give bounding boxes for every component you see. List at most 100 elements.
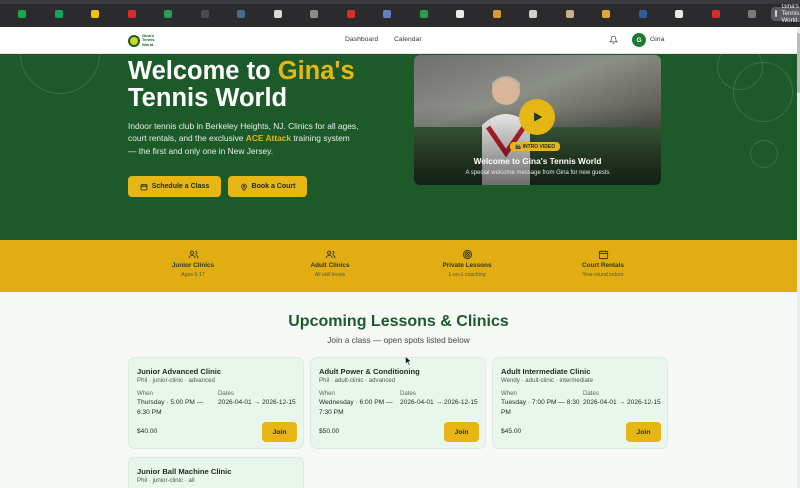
browser-tab[interactable] (734, 0, 771, 27)
browser-tab[interactable] (442, 0, 479, 27)
tab-favicon-icon (237, 9, 246, 18)
lessons-heading: Upcoming Lessons & Clinics (288, 313, 509, 330)
tab-favicon-icon (529, 9, 538, 18)
join-button[interactable]: Join (262, 422, 297, 442)
map-pin-icon (240, 183, 247, 191)
schedule-class-button[interactable]: Schedule a Class (128, 176, 221, 197)
lesson-meta: Phil · junior-clinic · advanced (137, 377, 215, 384)
feature-title: Junior Clinics (171, 262, 215, 269)
lesson-title: Junior Ball Machine Clinic (137, 467, 232, 476)
browser-tab[interactable] (187, 0, 224, 27)
user-name[interactable]: Gina (650, 36, 664, 43)
browser-tab[interactable] (552, 0, 589, 27)
lesson-dates: 2026-04-01 → 2026-12-15 (400, 399, 478, 406)
browser-tab[interactable] (333, 0, 370, 27)
when-label: When (319, 390, 335, 397)
active-browser-tab[interactable]: Gina's Tennis World... (770, 3, 800, 24)
browser-tab-strip: Gina's Tennis World... (0, 0, 800, 27)
intro-video-player[interactable]: 🎬 INTRO VIDEO Welcome to Gina's Tennis W… (414, 55, 661, 185)
mouse-cursor-icon (405, 356, 412, 366)
video-subtitle: A special welcome message from Gina for … (465, 170, 610, 176)
browser-tab[interactable] (260, 0, 297, 27)
browser-tab[interactable] (588, 0, 625, 27)
hero-title: Welcome to Gina's Tennis World (128, 57, 355, 112)
tab-favicon-icon (346, 9, 355, 18)
feature-junior-clinics[interactable]: Junior Clinics Ages 6-17 (138, 249, 248, 278)
browser-tab[interactable] (150, 0, 187, 27)
tab-favicon-icon (310, 9, 319, 18)
lesson-when: Wednesday · 6:00 PM — 7:30 PM (319, 399, 393, 416)
tab-favicon-icon (127, 9, 136, 18)
lessons-subheading: Join a class — open spots listed below (327, 335, 470, 345)
browser-tab[interactable] (223, 0, 260, 27)
lesson-dates: 2026-04-01 → 2026-12-15 (218, 399, 296, 406)
browser-tab[interactable] (114, 0, 151, 27)
browser-tab[interactable] (479, 0, 516, 27)
lesson-price: $45.00 (501, 428, 522, 435)
dates-label: Dates (400, 390, 416, 397)
feature-adult-clinics[interactable]: Adult Clinics All skill levels (275, 249, 385, 278)
browser-tab[interactable] (77, 0, 114, 27)
avatar[interactable]: G (632, 33, 646, 47)
browser-tab[interactable] (4, 0, 41, 27)
features-band: Junior Clinics Ages 6-17 Adult Clinics A… (0, 240, 797, 292)
feature-title: Adult Clinics (310, 262, 350, 269)
decorative-ring (20, 54, 100, 94)
site-header: Gina's Tennis World Dashboard Calendar G… (0, 27, 800, 54)
nav-dashboard[interactable]: Dashboard (345, 36, 378, 43)
site-logo[interactable]: Gina's Tennis World (128, 31, 162, 50)
decorative-ring (733, 62, 793, 122)
tab-favicon-icon (748, 9, 757, 18)
lesson-title: Adult Power & Conditioning (319, 367, 420, 376)
browser-tab[interactable] (369, 0, 406, 27)
join-button[interactable]: Join (626, 422, 661, 442)
tab-favicon-icon (711, 9, 720, 18)
lesson-card: Adult Intermediate Clinic Wendy · adult-… (492, 357, 668, 449)
lesson-when: Tuesday · 7:00 PM — 8:30 PM (501, 399, 580, 416)
bell-icon[interactable] (609, 35, 618, 45)
tab-favicon-icon (200, 9, 209, 18)
book-court-button[interactable]: Book a Court (228, 176, 307, 197)
feature-title: Private Lessons (442, 262, 492, 269)
nav-calendar[interactable]: Calendar (394, 36, 422, 43)
browser-tab[interactable] (661, 0, 698, 27)
lesson-price: $40.00 (137, 428, 158, 435)
tab-favicon-icon (675, 9, 684, 18)
lesson-when: Thursday · 5:00 PM — 6:30 PM (137, 399, 204, 416)
browser-tab[interactable] (625, 0, 662, 27)
feature-title: Court Rentals (582, 262, 624, 269)
target-icon (462, 249, 472, 260)
browser-tab[interactable] (296, 0, 333, 27)
browser-tab[interactable] (515, 0, 552, 27)
video-title: Welcome to Gina's Tennis World (473, 156, 602, 166)
play-button[interactable] (519, 99, 555, 135)
feature-court-rentals[interactable]: Court Rentals Year-round indoor (548, 249, 658, 278)
dates-label: Dates (218, 390, 234, 397)
tab-favicon-icon (18, 9, 27, 18)
lesson-title: Adult Intermediate Clinic (501, 367, 591, 376)
browser-tab[interactable] (698, 0, 735, 27)
lesson-meta: Phil · junior-clinic · all (137, 477, 195, 484)
feature-private-lessons[interactable]: Private Lessons 1-on-1 coaching (412, 249, 522, 278)
join-button[interactable]: Join (444, 422, 479, 442)
tab-favicon-icon (456, 9, 465, 18)
browser-tab[interactable] (41, 0, 78, 27)
when-label: When (137, 390, 153, 397)
when-label: When (501, 390, 517, 397)
tab-favicon-icon (383, 9, 392, 18)
lesson-meta: Phil · adult-clinic · advanced (319, 377, 396, 384)
lesson-card: Junior Ball Machine Clinic Phil · junior… (128, 457, 304, 488)
calendar-icon (140, 183, 148, 190)
tab-favicon-icon (638, 9, 647, 18)
users-icon (188, 250, 198, 259)
browser-tab[interactable] (406, 0, 443, 27)
decorative-ring (750, 140, 778, 168)
tab-favicon-icon (565, 9, 574, 18)
lesson-card: Junior Advanced Clinic Phil · junior-cli… (128, 357, 304, 449)
tab-favicon-icon (91, 9, 100, 18)
intro-video-badge: 🎬 INTRO VIDEO (510, 142, 561, 151)
play-icon (534, 112, 543, 122)
calendar-icon (598, 250, 608, 260)
lesson-meta: Wendy · adult-clinic · intermediate (501, 377, 594, 384)
tennis-ball-logo-icon (128, 34, 140, 47)
